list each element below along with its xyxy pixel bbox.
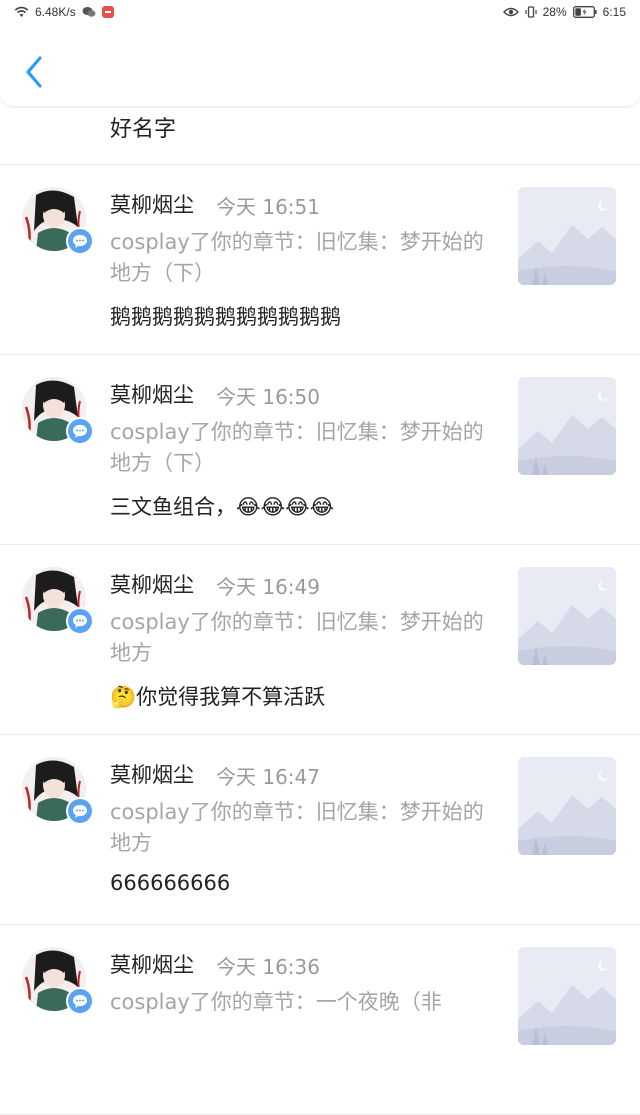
list-item[interactable]: 莫柳烟尘 今天 16:50 cosplay了你的章节：旧忆集：梦开始的地方（下）… [0,355,640,545]
list-item-partial[interactable]: 好名字 [0,107,640,165]
user-name[interactable]: 莫柳烟尘 [110,759,194,789]
app-notification-icon [101,6,114,18]
status-bar: 6.48K/s 28% 6:15 [0,0,640,26]
nav-header: 6.48K/s 28% 6:15 [0,0,640,107]
comment-text: 666666666 [110,871,231,895]
battery-percent: 28% [542,5,567,19]
timestamp: 今天 16:47 [216,765,320,789]
image-placeholder-icon [518,377,616,475]
image-placeholder-icon [518,757,616,855]
image-placeholder-icon [518,947,616,1045]
list-item[interactable]: 莫柳烟尘 今天 16:47 cosplay了你的章节：旧忆集：梦开始的地方 66… [0,735,640,925]
comment-badge-icon [66,987,94,1015]
comment-text: 好名字 [110,117,177,142]
clock: 6:15 [602,5,626,19]
user-name[interactable]: 莫柳烟尘 [110,949,194,979]
comment-text: 鹅鹅鹅鹅鹅鹅鹅鹅鹅鹅鹅 [110,305,341,329]
wifi-icon [14,6,29,17]
wechat-icon [82,7,96,17]
chapter-thumbnail[interactable] [518,187,616,285]
vibrate-icon [525,6,537,18]
timestamp: 今天 16:50 [216,385,320,409]
comment-text: 🤔你觉得我算不算活跃 [110,685,326,709]
timestamp: 今天 16:36 [216,955,320,979]
chapter-thumbnail[interactable] [518,757,616,855]
list-item[interactable]: 莫柳烟尘 今天 16:51 cosplay了你的章节：旧忆集：梦开始的地方（下）… [0,165,640,355]
user-name[interactable]: 莫柳烟尘 [110,569,194,599]
chapter-thumbnail[interactable] [518,947,616,1045]
timestamp: 今天 16:49 [216,575,320,599]
user-name[interactable]: 莫柳烟尘 [110,189,194,219]
image-placeholder-icon [518,567,616,665]
chapter-thumbnail[interactable] [518,567,616,665]
notification-list: 好名字 莫柳烟尘 今天 16:51 cosplay了你的章节：旧忆集：梦开始的地… [0,107,640,1115]
chapter-description: cosplay了你的章节：一个夜晚（非 [110,990,442,1014]
eye-icon [502,7,519,17]
chapter-description: cosplay了你的章节：旧忆集：梦开始的地方 [110,610,484,665]
network-speed: 6.48K/s [35,5,76,19]
comment-badge-icon [66,227,94,255]
comment-badge-icon [66,417,94,445]
user-name[interactable]: 莫柳烟尘 [110,379,194,409]
chapter-description: cosplay了你的章节：旧忆集：梦开始的地方（下） [110,420,484,475]
list-item[interactable]: 莫柳烟尘 今天 16:36 cosplay了你的章节：一个夜晚（非 [0,925,640,1115]
chapter-description: cosplay了你的章节：旧忆集：梦开始的地方（下） [110,230,484,285]
chevron-left-icon [26,56,42,88]
back-button[interactable] [18,52,54,92]
list-item[interactable]: 莫柳烟尘 今天 16:49 cosplay了你的章节：旧忆集：梦开始的地方 🤔你… [0,545,640,735]
chapter-thumbnail[interactable] [518,377,616,475]
comment-text: 三文鱼组合，😂😂😂😂 [110,495,335,519]
comment-badge-icon [66,607,94,635]
battery-icon [572,6,597,18]
chapter-description: cosplay了你的章节：旧忆集：梦开始的地方 [110,800,484,855]
timestamp: 今天 16:51 [216,195,320,219]
comment-badge-icon [66,797,94,825]
image-placeholder-icon [518,187,616,285]
